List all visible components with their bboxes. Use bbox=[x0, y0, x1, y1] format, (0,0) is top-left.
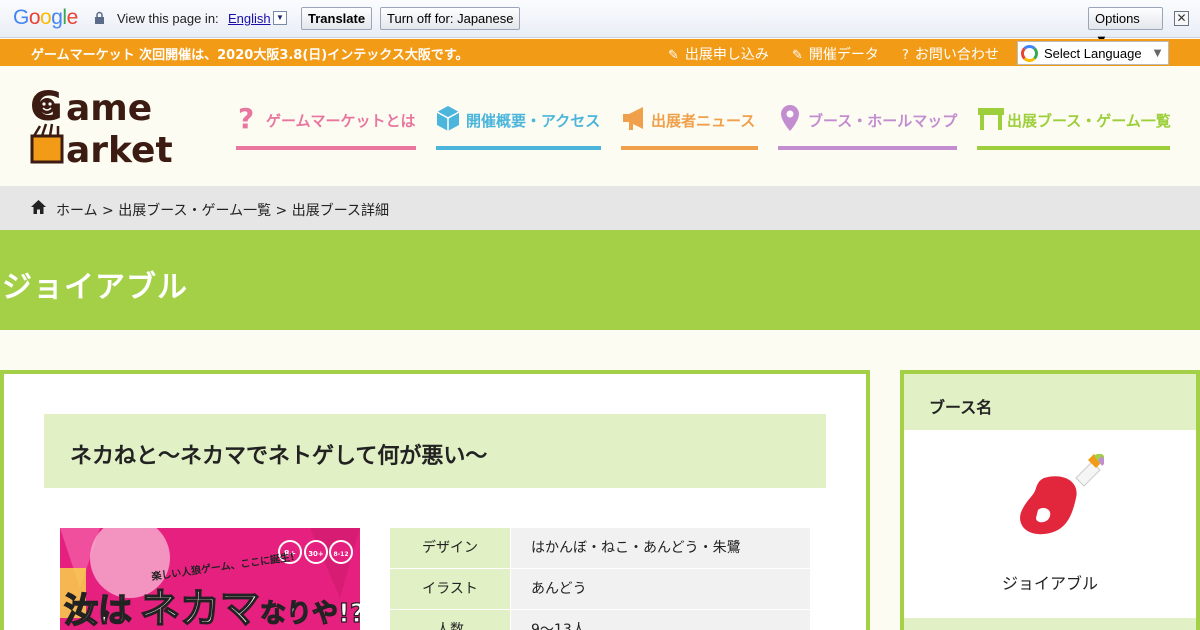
spec-row-illustration: イラスト あんどう bbox=[390, 569, 810, 610]
breadcrumb-text[interactable]: ホーム > 出展ブース・ゲーム一覧 > 出展ブース詳細 bbox=[56, 200, 389, 220]
spec-value: あんどう bbox=[511, 569, 810, 609]
breadcrumb: ホーム > 出展ブース・ゲーム一覧 > 出展ブース詳細 bbox=[0, 186, 1200, 230]
cube-icon bbox=[436, 106, 460, 131]
language-dropdown-icon[interactable]: ▼ bbox=[273, 11, 287, 25]
cover-headline-3: なりや!? bbox=[260, 599, 360, 629]
game-spec-table: デザイン はかんぼ・ねこ・あんどう・朱鷺 イラスト あんどう 人数 9〜13人 bbox=[390, 528, 810, 630]
home-icon[interactable] bbox=[30, 199, 47, 215]
google-g-icon bbox=[1021, 45, 1038, 62]
question-circle-icon: ? bbox=[902, 48, 909, 63]
booth-icon bbox=[978, 108, 1004, 130]
pencil-icon: ✎ bbox=[792, 48, 803, 63]
cover-headline-2: ネカマ bbox=[140, 586, 260, 630]
game-cover-image[interactable]: 8+ 30+ 8-12 楽しい人狼ゲーム、ここに誕生! 汝は ネカマ なりや!? bbox=[60, 528, 360, 630]
svg-text:arket: arket bbox=[66, 130, 173, 168]
nav-hall-map[interactable]: ブース・ホールマップ bbox=[778, 102, 957, 150]
game-title: ネカねと〜ネカマでネトゲして何が悪い〜 bbox=[70, 444, 488, 469]
question-icon: ? bbox=[238, 104, 254, 132]
game-detail-card: ネカねと〜ネカマでネトゲして何が悪い〜 8+ 30+ 8-12 楽しい人狼ゲーム… bbox=[0, 370, 870, 630]
spec-label: デザイン bbox=[390, 528, 510, 568]
cover-headline-1: 汝は bbox=[64, 591, 132, 630]
nav-exhibitor-news[interactable]: 出展者ニュース bbox=[621, 102, 758, 150]
booth-heading: ブース名 bbox=[929, 398, 993, 417]
spec-label: 人数 bbox=[390, 610, 510, 630]
spec-row-players: 人数 9〜13人 bbox=[390, 610, 810, 630]
booth-card-footer bbox=[904, 618, 1196, 630]
time-badge: 30+ bbox=[308, 550, 324, 558]
nav-about[interactable]: ? ゲームマーケットとは bbox=[236, 102, 416, 150]
language-select[interactable]: Select Language ▼ bbox=[1017, 41, 1169, 65]
spec-value: はかんぼ・ねこ・あんどう・朱鷺 bbox=[511, 528, 810, 568]
page-title-band: ジョイアブル bbox=[0, 230, 1200, 330]
language-link[interactable]: English bbox=[228, 11, 271, 26]
apply-link[interactable]: ✎ 出展申し込み bbox=[668, 44, 769, 64]
data-link[interactable]: ✎ 開催データ bbox=[792, 44, 879, 64]
svg-text:?: ? bbox=[238, 104, 254, 132]
google-logo: Google bbox=[13, 6, 78, 29]
nav-overview[interactable]: 開催概要・アクセス bbox=[436, 102, 601, 150]
lock-icon bbox=[95, 11, 104, 24]
svg-text:ame: ame bbox=[66, 88, 152, 129]
pencil-icon: ✎ bbox=[668, 48, 679, 63]
spec-row-design: デザイン はかんぼ・ねこ・あんどう・朱鷺 bbox=[390, 528, 810, 569]
translate-bar: Google View this page in: English ▼ Tran… bbox=[0, 0, 1200, 47]
map-pin-icon bbox=[781, 105, 799, 131]
site-header: G ame arket ? ゲームマーケットとは 開催概要・アクセス 出展者ニュ… bbox=[0, 66, 1200, 186]
booth-card: ブース名 ジョイアブル bbox=[900, 370, 1200, 630]
translate-prompt: View this page in: bbox=[117, 11, 219, 26]
game-title-box: ネカねと〜ネカマでネトゲして何が悪い〜 bbox=[44, 414, 826, 488]
booth-name: ジョイアブル bbox=[1001, 574, 1098, 593]
booth-card-header: ブース名 bbox=[904, 374, 1196, 430]
translate-button[interactable]: Translate bbox=[301, 7, 373, 30]
contact-link[interactable]: ? お問い合わせ bbox=[902, 44, 999, 64]
page-title: ジョイアブル bbox=[2, 270, 188, 305]
spec-value: 9〜13人 bbox=[511, 610, 810, 630]
nav-booth-list[interactable]: 出展ブース・ゲーム一覧 bbox=[977, 102, 1171, 150]
spec-label: イラスト bbox=[390, 569, 510, 609]
game-market-logo[interactable]: G ame arket bbox=[30, 84, 202, 168]
megaphone-icon bbox=[623, 107, 643, 130]
announcement-bar: ゲームマーケット 次回開催は、2020大阪3.8(日)インテックス大阪です。 ✎… bbox=[0, 39, 1200, 66]
booth-logo[interactable] bbox=[1014, 454, 1104, 540]
options-button[interactable]: Options ▼ bbox=[1088, 7, 1163, 47]
chevron-down-icon: ▼ bbox=[1151, 45, 1164, 60]
close-icon[interactable]: ✕ bbox=[1174, 11, 1189, 26]
announcement-text: ゲームマーケット 次回開催は、2020大阪3.8(日)インテックス大阪です。 bbox=[31, 48, 469, 63]
turn-off-button[interactable]: Turn off for: Japanese bbox=[380, 7, 521, 30]
cover-art: 8+ 30+ 8-12 楽しい人狼ゲーム、ここに誕生! 汝は ネカマ なりや!? bbox=[60, 528, 360, 630]
players-badge: 8-12 bbox=[333, 551, 348, 558]
